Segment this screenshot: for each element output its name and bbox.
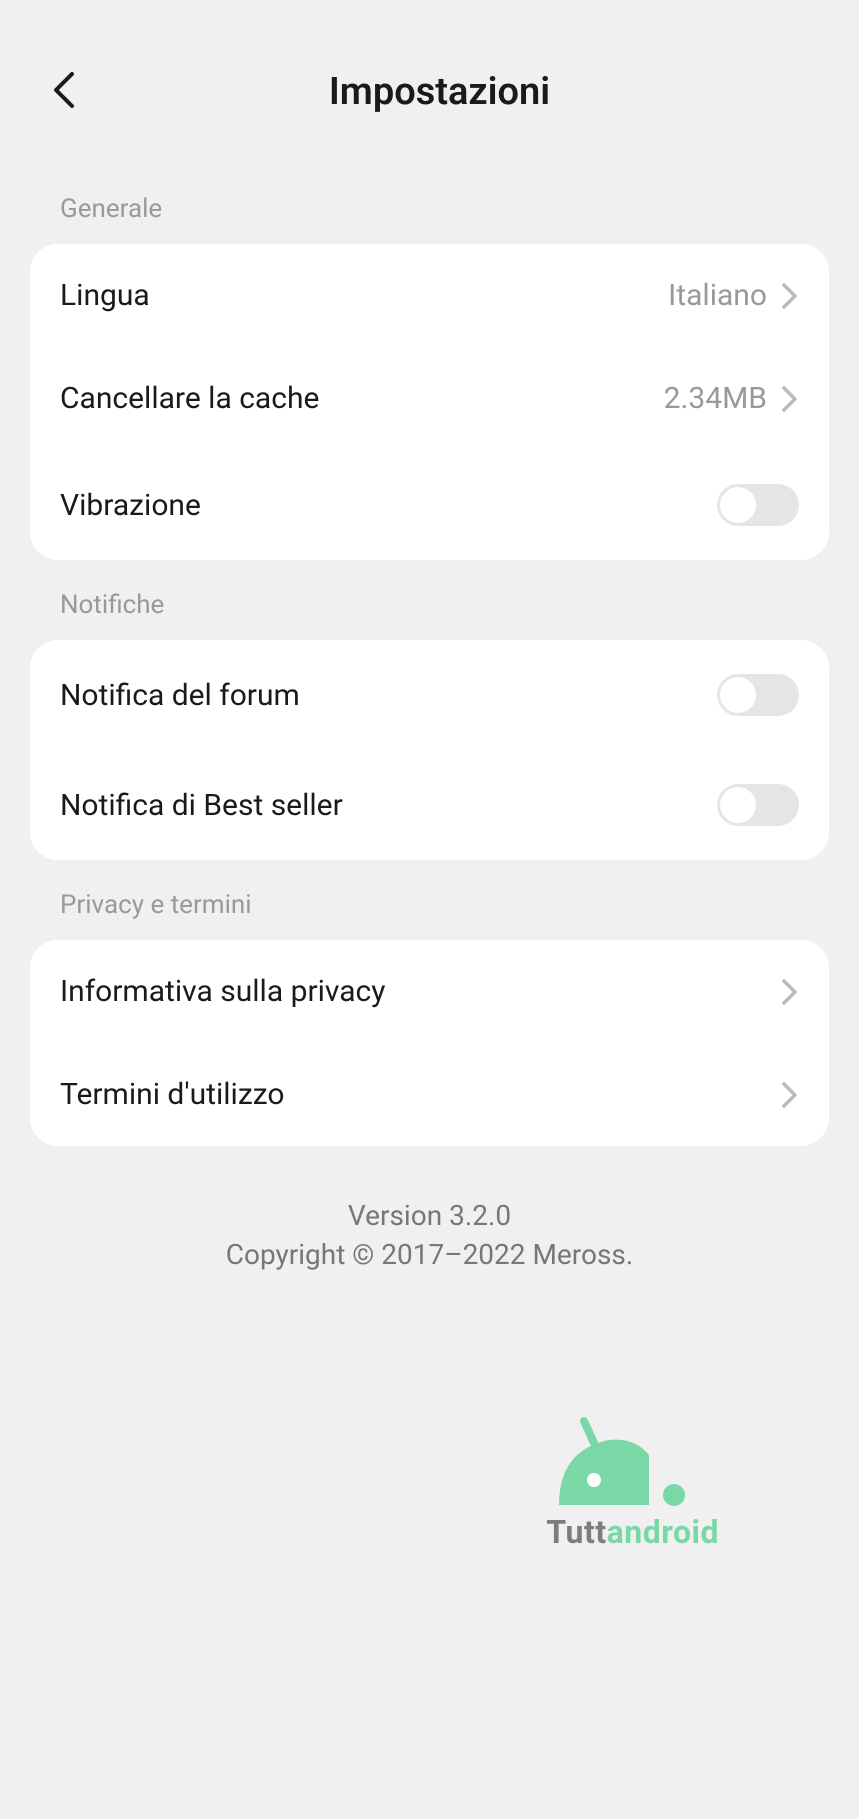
label-privacy-policy: Informativa sulla privacy: [60, 974, 781, 1009]
watermark-part1: Tutt: [546, 1513, 606, 1551]
toggle-bestseller-notification[interactable]: [717, 784, 799, 826]
label-bestseller-notification: Notifica di Best seller: [60, 788, 717, 823]
chevron-left-icon: [50, 70, 76, 110]
toggle-vibration[interactable]: [717, 484, 799, 526]
row-language[interactable]: Lingua Italiano: [30, 244, 829, 347]
label-clear-cache: Cancellare la cache: [60, 381, 664, 416]
android-logo-icon: [549, 1415, 689, 1514]
value-language: Italiano: [668, 278, 767, 313]
chevron-right-icon: [781, 282, 799, 310]
copyright-text: Copyright © 2017–2022 Meross.: [30, 1235, 829, 1274]
value-clear-cache: 2.34MB: [664, 381, 767, 416]
row-clear-cache[interactable]: Cancellare la cache 2.34MB: [30, 347, 829, 450]
row-forum-notification: Notifica del forum: [30, 640, 829, 750]
toggle-forum-notification[interactable]: [717, 674, 799, 716]
section-header-notifications: Notifiche: [0, 560, 859, 640]
card-notifications: Notifica del forum Notifica di Best sell…: [30, 640, 829, 860]
row-terms[interactable]: Termini d'utilizzo: [30, 1043, 829, 1146]
page-title: Impostazioni: [50, 70, 829, 114]
version-text: Version 3.2.0: [30, 1196, 829, 1235]
back-button[interactable]: [50, 70, 76, 114]
row-vibration: Vibrazione: [30, 450, 829, 560]
toggle-knob: [720, 677, 756, 713]
toggle-knob: [720, 787, 756, 823]
row-bestseller-notification: Notifica di Best seller: [30, 750, 829, 860]
header: Impostazioni: [0, 0, 859, 164]
section-header-general: Generale: [0, 164, 859, 244]
label-terms: Termini d'utilizzo: [60, 1077, 781, 1112]
footer: Version 3.2.0 Copyright © 2017–2022 Mero…: [0, 1146, 859, 1274]
row-privacy-policy[interactable]: Informativa sulla privacy: [30, 940, 829, 1043]
toggle-knob: [720, 487, 756, 523]
label-forum-notification: Notifica del forum: [60, 678, 717, 713]
chevron-right-icon: [781, 1081, 799, 1109]
watermark-part2: android: [607, 1513, 719, 1551]
card-general: Lingua Italiano Cancellare la cache 2.34…: [30, 244, 829, 560]
chevron-right-icon: [781, 385, 799, 413]
label-vibration: Vibrazione: [60, 488, 717, 523]
card-privacy: Informativa sulla privacy Termini d'util…: [30, 940, 829, 1146]
chevron-right-icon: [781, 978, 799, 1006]
section-header-privacy: Privacy e termini: [0, 860, 859, 940]
label-language: Lingua: [60, 278, 668, 313]
watermark: Tuttandroid: [546, 1513, 719, 1551]
